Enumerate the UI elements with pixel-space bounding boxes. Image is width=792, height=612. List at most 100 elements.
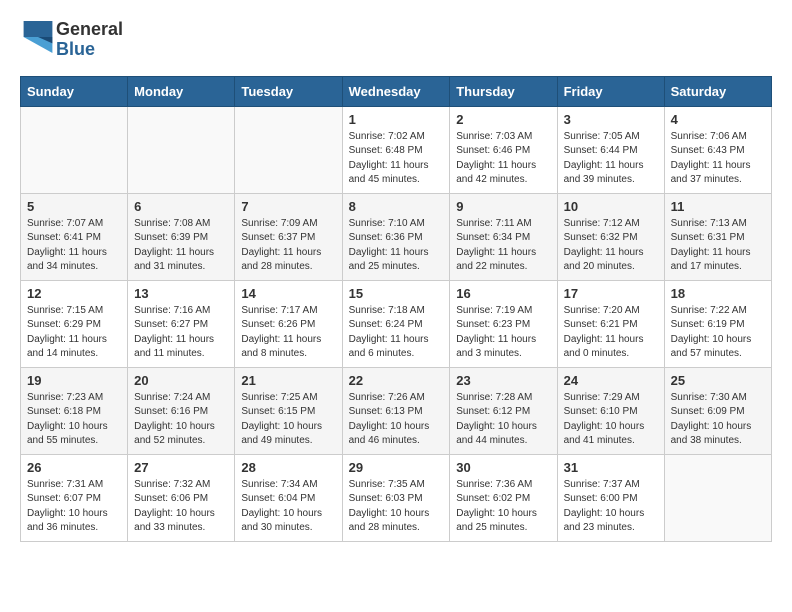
empty-cell — [128, 106, 235, 193]
day-info: Sunrise: 7:05 AM Sunset: 6:44 PM Dayligh… — [564, 130, 658, 188]
calendar-day-6: 6 Sunrise: 7:08 AM Sunset: 6:39 PM Daylig… — [128, 193, 235, 280]
calendar-day-15: 15 Sunrise: 7:18 AM Sunset: 6:24 PM Dayli… — [342, 280, 450, 367]
calendar-day-18: 18 Sunrise: 7:22 AM Sunset: 6:19 PM Dayli… — [664, 280, 771, 367]
day-number: 1 — [349, 112, 444, 127]
day-info: Sunrise: 7:17 AM Sunset: 6:26 PM Dayligh… — [241, 304, 335, 362]
day-number: 23 — [456, 373, 550, 388]
logo-text-general: General — [56, 20, 123, 40]
empty-cell — [21, 106, 128, 193]
logo: General Blue — [20, 20, 123, 60]
calendar-day-14: 14 Sunrise: 7:17 AM Sunset: 6:26 PM Dayli… — [235, 280, 342, 367]
calendar-table: SundayMondayTuesdayWednesdayThursdayFrid… — [20, 76, 772, 542]
weekday-header-monday: Monday — [128, 76, 235, 106]
day-info: Sunrise: 7:29 AM Sunset: 6:10 PM Dayligh… — [564, 391, 658, 449]
day-info: Sunrise: 7:06 AM Sunset: 6:43 PM Dayligh… — [671, 130, 765, 188]
day-info: Sunrise: 7:36 AM Sunset: 6:02 PM Dayligh… — [456, 478, 550, 536]
weekday-header-wednesday: Wednesday — [342, 76, 450, 106]
calendar-day-17: 17 Sunrise: 7:20 AM Sunset: 6:21 PM Dayli… — [557, 280, 664, 367]
weekday-header-friday: Friday — [557, 76, 664, 106]
day-info: Sunrise: 7:11 AM Sunset: 6:34 PM Dayligh… — [456, 217, 550, 275]
calendar-day-25: 25 Sunrise: 7:30 AM Sunset: 6:09 PM Dayli… — [664, 367, 771, 454]
calendar-day-31: 31 Sunrise: 7:37 AM Sunset: 6:00 PM Dayli… — [557, 454, 664, 541]
day-number: 28 — [241, 460, 335, 475]
day-info: Sunrise: 7:10 AM Sunset: 6:36 PM Dayligh… — [349, 217, 444, 275]
day-number: 6 — [134, 199, 228, 214]
day-info: Sunrise: 7:12 AM Sunset: 6:32 PM Dayligh… — [564, 217, 658, 275]
calendar-day-21: 21 Sunrise: 7:25 AM Sunset: 6:15 PM Dayli… — [235, 367, 342, 454]
day-info: Sunrise: 7:37 AM Sunset: 6:00 PM Dayligh… — [564, 478, 658, 536]
day-info: Sunrise: 7:18 AM Sunset: 6:24 PM Dayligh… — [349, 304, 444, 362]
calendar-day-1: 1 Sunrise: 7:02 AM Sunset: 6:48 PM Daylig… — [342, 106, 450, 193]
weekday-header-saturday: Saturday — [664, 76, 771, 106]
calendar-day-10: 10 Sunrise: 7:12 AM Sunset: 6:32 PM Dayli… — [557, 193, 664, 280]
day-number: 17 — [564, 286, 658, 301]
day-number: 27 — [134, 460, 228, 475]
calendar-day-19: 19 Sunrise: 7:23 AM Sunset: 6:18 PM Dayli… — [21, 367, 128, 454]
day-number: 25 — [671, 373, 765, 388]
day-number: 2 — [456, 112, 550, 127]
day-number: 5 — [27, 199, 121, 214]
day-number: 18 — [671, 286, 765, 301]
day-number: 15 — [349, 286, 444, 301]
calendar-day-27: 27Sunrise: 7:32 AM Sunset: 6:06 PM Dayli… — [128, 454, 235, 541]
day-number: 19 — [27, 373, 121, 388]
day-info: Sunrise: 7:07 AM Sunset: 6:41 PM Dayligh… — [27, 217, 121, 275]
page-header: General Blue — [20, 20, 772, 60]
logo-icon — [22, 21, 54, 53]
calendar-day-26: 26 Sunrise: 7:31 AM Sunset: 6:07 PM Dayli… — [21, 454, 128, 541]
day-number: 13 — [134, 286, 228, 301]
day-info: Sunrise: 7:34 AM Sunset: 6:04 PM Dayligh… — [241, 478, 335, 536]
day-info: Sunrise: 7:08 AM Sunset: 6:39 PM Dayligh… — [134, 217, 228, 275]
day-number: 7 — [241, 199, 335, 214]
day-number: 29 — [349, 460, 444, 475]
day-info: Sunrise: 7:15 AM Sunset: 6:29 PM Dayligh… — [27, 304, 121, 362]
calendar-day-7: 7 Sunrise: 7:09 AM Sunset: 6:37 PM Daylig… — [235, 193, 342, 280]
calendar-day-23: 23 Sunrise: 7:28 AM Sunset: 6:12 PM Dayli… — [450, 367, 557, 454]
day-info: Sunrise: 7:26 AM Sunset: 6:13 PM Dayligh… — [349, 391, 444, 449]
weekday-header-thursday: Thursday — [450, 76, 557, 106]
calendar-day-9: 9 Sunrise: 7:11 AM Sunset: 6:34 PM Daylig… — [450, 193, 557, 280]
weekday-header-sunday: Sunday — [21, 76, 128, 106]
day-info: Sunrise: 7:02 AM Sunset: 6:48 PM Dayligh… — [349, 130, 444, 188]
calendar-day-13: 13Sunrise: 7:16 AM Sunset: 6:27 PM Dayli… — [128, 280, 235, 367]
calendar-day-29: 29Sunrise: 7:35 AM Sunset: 6:03 PM Dayli… — [342, 454, 450, 541]
day-number: 26 — [27, 460, 121, 475]
calendar-day-11: 11Sunrise: 7:13 AM Sunset: 6:31 PM Dayli… — [664, 193, 771, 280]
day-number: 4 — [671, 112, 765, 127]
day-info: Sunrise: 7:03 AM Sunset: 6:46 PM Dayligh… — [456, 130, 550, 188]
day-number: 20 — [134, 373, 228, 388]
day-info: Sunrise: 7:19 AM Sunset: 6:23 PM Dayligh… — [456, 304, 550, 362]
calendar-day-28: 28 Sunrise: 7:34 AM Sunset: 6:04 PM Dayli… — [235, 454, 342, 541]
calendar-day-8: 8 Sunrise: 7:10 AM Sunset: 6:36 PM Daylig… — [342, 193, 450, 280]
calendar-day-22: 22 Sunrise: 7:26 AM Sunset: 6:13 PM Dayli… — [342, 367, 450, 454]
day-number: 16 — [456, 286, 550, 301]
day-info: Sunrise: 7:09 AM Sunset: 6:37 PM Dayligh… — [241, 217, 335, 275]
day-number: 24 — [564, 373, 658, 388]
day-info: Sunrise: 7:20 AM Sunset: 6:21 PM Dayligh… — [564, 304, 658, 362]
day-number: 9 — [456, 199, 550, 214]
day-number: 10 — [564, 199, 658, 214]
day-info: Sunrise: 7:13 AM Sunset: 6:31 PM Dayligh… — [671, 217, 765, 275]
day-info: Sunrise: 7:30 AM Sunset: 6:09 PM Dayligh… — [671, 391, 765, 449]
day-info: Sunrise: 7:22 AM Sunset: 6:19 PM Dayligh… — [671, 304, 765, 362]
day-number: 8 — [349, 199, 444, 214]
day-number: 31 — [564, 460, 658, 475]
logo-text-blue: Blue — [56, 40, 123, 60]
day-info: Sunrise: 7:31 AM Sunset: 6:07 PM Dayligh… — [27, 478, 121, 536]
calendar-day-12: 12Sunrise: 7:15 AM Sunset: 6:29 PM Dayli… — [21, 280, 128, 367]
day-info: Sunrise: 7:24 AM Sunset: 6:16 PM Dayligh… — [134, 391, 228, 449]
day-number: 22 — [349, 373, 444, 388]
day-info: Sunrise: 7:28 AM Sunset: 6:12 PM Dayligh… — [456, 391, 550, 449]
calendar-day-2: 2 Sunrise: 7:03 AM Sunset: 6:46 PM Daylig… — [450, 106, 557, 193]
empty-cell — [664, 454, 771, 541]
day-number: 14 — [241, 286, 335, 301]
calendar-day-20: 20 Sunrise: 7:24 AM Sunset: 6:16 PM Dayli… — [128, 367, 235, 454]
calendar-day-4: 4 Sunrise: 7:06 AM Sunset: 6:43 PM Daylig… — [664, 106, 771, 193]
day-number: 3 — [564, 112, 658, 127]
day-number: 21 — [241, 373, 335, 388]
calendar-day-16: 16 Sunrise: 7:19 AM Sunset: 6:23 PM Dayli… — [450, 280, 557, 367]
day-info: Sunrise: 7:23 AM Sunset: 6:18 PM Dayligh… — [27, 391, 121, 449]
day-info: Sunrise: 7:25 AM Sunset: 6:15 PM Dayligh… — [241, 391, 335, 449]
calendar-day-24: 24 Sunrise: 7:29 AM Sunset: 6:10 PM Dayli… — [557, 367, 664, 454]
calendar-day-5: 5 Sunrise: 7:07 AM Sunset: 6:41 PM Daylig… — [21, 193, 128, 280]
